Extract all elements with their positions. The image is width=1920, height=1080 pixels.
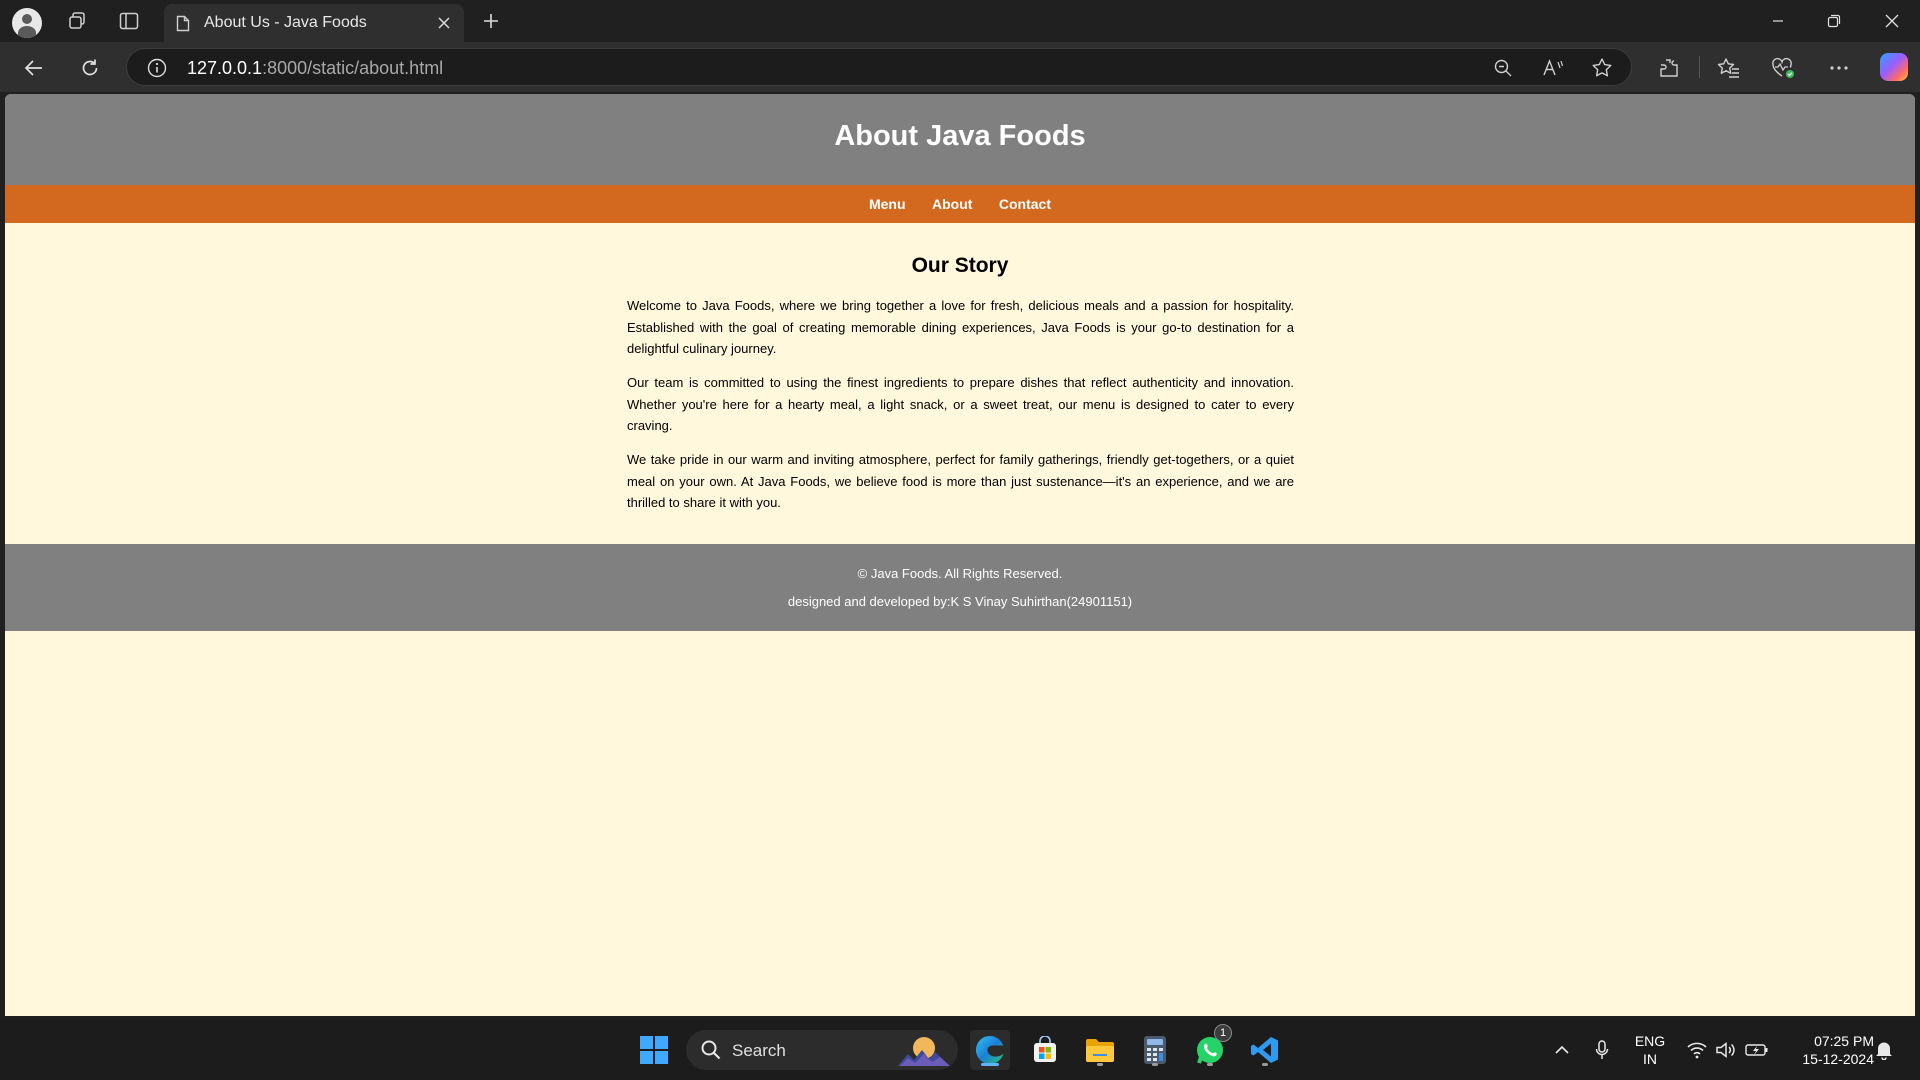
refresh-icon[interactable] xyxy=(74,52,106,84)
clock-time: 07:25 PM xyxy=(1814,1033,1874,1049)
story-paragraph-1: Welcome to Java Foods, where we bring to… xyxy=(627,298,1294,356)
show-hidden-icons-chevron-up-icon[interactable] xyxy=(1550,1038,1574,1062)
language-code: ENG xyxy=(1634,1033,1666,1049)
page-viewport: About Java Foods Menu About Contact Our … xyxy=(5,94,1915,1016)
address-bar[interactable]: 127.0.0.1:8000/static/about.html xyxy=(126,48,1632,86)
url-text[interactable]: 127.0.0.1:8000/static/about.html xyxy=(187,58,443,79)
vertical-tabs-icon[interactable] xyxy=(114,8,144,34)
running-app-indicator xyxy=(1262,1063,1268,1066)
system-clock[interactable]: 07:25 PM 15-12-2024 xyxy=(1778,1032,1874,1068)
volume-icon[interactable] xyxy=(1714,1038,1738,1062)
url-path: :8000/static/about.html xyxy=(262,58,444,78)
workspaces-icon[interactable] xyxy=(62,8,92,34)
story-paragraph-2: Our team is committed to using the fines… xyxy=(627,375,1294,433)
input-language[interactable]: ENG IN xyxy=(1630,1032,1670,1068)
running-app-indicator xyxy=(1097,1063,1103,1066)
running-app-indicator xyxy=(1152,1063,1158,1066)
taskbar-file-explorer-icon[interactable] xyxy=(1080,1030,1120,1070)
site-nav: Menu About Contact xyxy=(5,185,1915,223)
browser-title-bar: About Us - Java Foods xyxy=(0,0,1920,42)
site-footer: © Java Foods. All Rights Reserved. desig… xyxy=(5,544,1915,631)
battery-charging-icon[interactable] xyxy=(1745,1038,1769,1062)
microphone-icon[interactable] xyxy=(1590,1038,1614,1062)
taskbar-edge-icon[interactable] xyxy=(970,1030,1010,1070)
more-options-icon[interactable] xyxy=(1825,54,1853,82)
active-app-indicator xyxy=(981,1063,999,1066)
active-tab[interactable]: About Us - Java Foods xyxy=(164,4,464,42)
zoom-out-icon[interactable] xyxy=(1491,57,1515,79)
taskbar-vscode-icon[interactable] xyxy=(1245,1030,1285,1070)
back-icon[interactable] xyxy=(18,52,50,84)
browser-toolbar: 127.0.0.1:8000/static/about.html xyxy=(0,42,1920,92)
story-paragraph-3: We take pride in our warm and inviting a… xyxy=(627,452,1294,510)
toolbar-separator xyxy=(1699,56,1700,78)
minimize-icon[interactable] xyxy=(1750,0,1806,42)
nav-link-menu[interactable]: Menu xyxy=(869,185,906,223)
taskbar-whatsapp-icon[interactable]: 1 xyxy=(1190,1024,1232,1070)
tab-title: About Us - Java Foods xyxy=(204,14,367,31)
taskbar: Search 1 ENG IN 07:25 PM 15-12-2024 xyxy=(0,1020,1920,1080)
profile-avatar-icon[interactable] xyxy=(12,8,42,38)
close-tab-icon[interactable] xyxy=(434,13,454,33)
page-title: About Java Foods xyxy=(834,120,1086,152)
new-tab-icon[interactable] xyxy=(478,8,504,34)
read-aloud-icon[interactable] xyxy=(1541,57,1565,79)
taskbar-search[interactable]: Search xyxy=(686,1030,958,1070)
notification-bell-icon[interactable] xyxy=(1872,1038,1896,1062)
section-title: Our Story xyxy=(911,254,1009,277)
search-label: Search xyxy=(732,1041,786,1060)
extensions-icon[interactable] xyxy=(1655,54,1683,82)
nav-link-contact[interactable]: Contact xyxy=(999,185,1051,223)
search-icon xyxy=(700,1039,722,1066)
wifi-icon[interactable] xyxy=(1685,1038,1709,1062)
clock-date: 15-12-2024 xyxy=(1802,1051,1874,1067)
footer-copyright: © Java Foods. All Rights Reserved. xyxy=(857,566,1063,581)
favorite-star-icon[interactable] xyxy=(1590,57,1614,79)
url-host: 127.0.0.1 xyxy=(187,58,263,78)
search-highlight-icon xyxy=(896,1032,952,1073)
running-app-indicator xyxy=(1207,1063,1213,1066)
favorites-icon[interactable] xyxy=(1715,54,1743,82)
restore-icon[interactable] xyxy=(1806,0,1862,42)
taskbar-store-icon[interactable] xyxy=(1025,1030,1065,1070)
site-info-icon[interactable] xyxy=(147,58,167,83)
copilot-icon[interactable] xyxy=(1880,53,1908,81)
notification-badge: 1 xyxy=(1214,1024,1232,1042)
nav-link-about[interactable]: About xyxy=(932,185,972,223)
browser-essentials-icon[interactable] xyxy=(1769,54,1797,82)
taskbar-calculator-icon[interactable] xyxy=(1135,1030,1175,1070)
close-window-icon[interactable] xyxy=(1864,0,1920,42)
footer-credit: designed and developed by:K S Vinay Suhi… xyxy=(787,594,1133,609)
start-button-windows-icon[interactable] xyxy=(634,1030,674,1070)
page-icon xyxy=(176,15,190,37)
site-header: About Java Foods xyxy=(5,94,1915,185)
region-code: IN xyxy=(1643,1051,1657,1067)
